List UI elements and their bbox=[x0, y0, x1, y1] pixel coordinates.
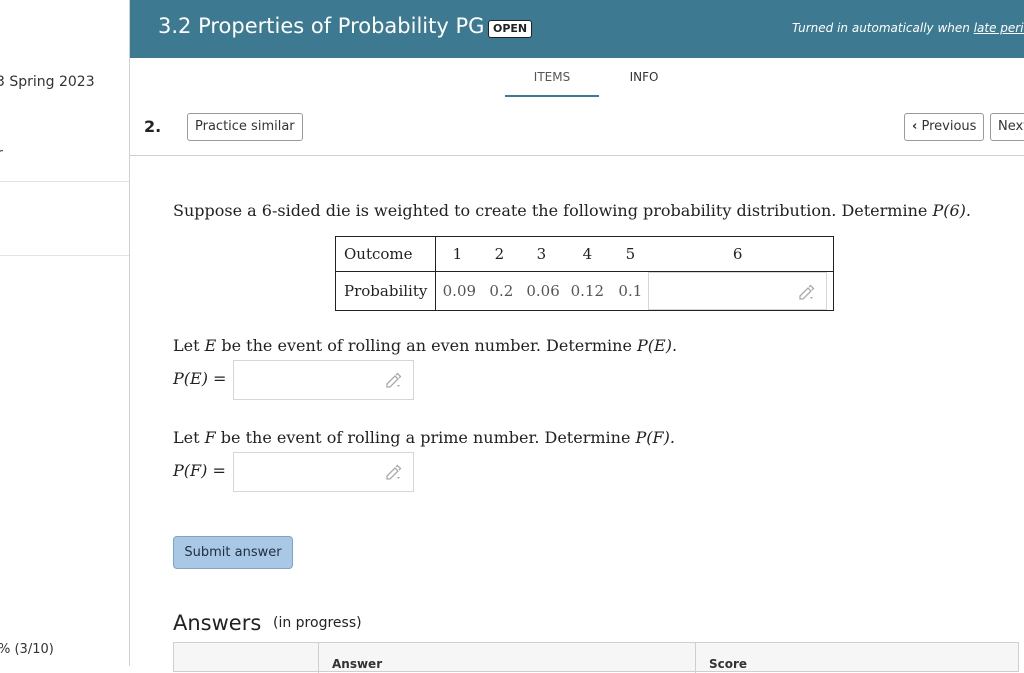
part-e-text: Let bbox=[173, 336, 205, 355]
sidebar-divider bbox=[0, 181, 129, 182]
outcome-row-label: Outcome bbox=[334, 236, 437, 272]
next-button[interactable]: Next bbox=[990, 113, 1024, 141]
pe-input[interactable] bbox=[233, 360, 414, 400]
assignment-header: 3.2 Properties of Probability PG OPEN Tu… bbox=[130, 0, 1024, 58]
question-number: 2. bbox=[144, 117, 162, 136]
outcome-cell: 3 bbox=[536, 245, 547, 263]
part-f-var: F bbox=[204, 428, 216, 447]
prompt-text: Suppose a 6-sided die is weighted to cre… bbox=[173, 201, 933, 220]
column-divider bbox=[318, 643, 319, 673]
column-header-answer: Answer bbox=[332, 657, 383, 671]
column-header-score: Score bbox=[709, 657, 748, 671]
probability-table: Outcome 1 2 3 4 5 6 Probability 0.09 0.2… bbox=[334, 236, 834, 311]
previous-label: Previous bbox=[921, 119, 977, 134]
practice-similar-button[interactable]: Practice similar bbox=[187, 113, 303, 141]
probability-cell: 0.09 bbox=[442, 282, 477, 300]
answers-heading: Answers bbox=[173, 611, 262, 635]
sidebar-divider bbox=[0, 255, 129, 256]
previous-button[interactable]: ‹ Previous bbox=[904, 113, 985, 141]
part-f-text: be the event of rolling a prime number. … bbox=[215, 428, 636, 447]
part-e-prompt: Let E be the event of rolling an even nu… bbox=[173, 336, 677, 355]
probability-cell: 0.1 bbox=[618, 282, 643, 300]
sidebar-course-name[interactable]: 3 Spring 2023 bbox=[0, 74, 95, 90]
outcome-cell: 6 bbox=[642, 236, 834, 272]
assignment-title: 3.2 Properties of Probability PG bbox=[158, 14, 485, 38]
sidebar-item[interactable]: r bbox=[0, 146, 3, 162]
probability-cell: 0.06 bbox=[526, 282, 560, 300]
late-period-link[interactable]: late period e bbox=[974, 21, 1024, 35]
part-e-math: P(E). bbox=[637, 336, 678, 355]
prompt-math: P(6). bbox=[932, 201, 971, 220]
sidebar: 3 Spring 2023 r % (3/10) bbox=[0, 0, 130, 666]
sidebar-score: % (3/10) bbox=[0, 642, 54, 657]
probability-row-label: Probability bbox=[334, 271, 437, 311]
pe-label: P(E) = bbox=[173, 369, 227, 388]
late-period-note: Turned in automatically when late period… bbox=[792, 21, 1024, 35]
part-f-math: P(F). bbox=[635, 428, 675, 447]
outcome-cell: 5 bbox=[625, 245, 636, 263]
tab-items[interactable]: ITEMS bbox=[505, 70, 599, 97]
outcome-cell: 1 bbox=[452, 245, 463, 263]
probability-values: 0.09 0.2 0.06 0.12 0.1 bbox=[435, 271, 643, 311]
probability-cell: 0.12 bbox=[570, 282, 605, 300]
status-badge: OPEN bbox=[488, 20, 533, 38]
outcome-values: 1 2 3 4 5 bbox=[435, 236, 643, 272]
outcome-cell: 2 bbox=[494, 245, 505, 263]
column-divider bbox=[695, 643, 696, 673]
divider bbox=[130, 155, 1024, 156]
answers-table: Answer Score bbox=[173, 642, 1019, 673]
probability-cell: 0.2 bbox=[489, 282, 514, 300]
submit-answer-button[interactable]: Submit answer bbox=[173, 536, 293, 569]
question-prompt: Suppose a 6-sided die is weighted to cre… bbox=[173, 201, 971, 220]
tab-info[interactable]: INFO bbox=[622, 70, 666, 95]
answers-status: (in progress) bbox=[273, 615, 362, 631]
pf-input[interactable] bbox=[233, 452, 414, 492]
p6-cell bbox=[642, 271, 834, 311]
pencil-icon bbox=[386, 464, 402, 480]
note-text: Turned in automatically when bbox=[792, 21, 974, 35]
part-e-text: be the event of rolling an even number. … bbox=[216, 336, 638, 355]
p6-input[interactable] bbox=[648, 272, 828, 310]
outcome-cell: 4 bbox=[582, 245, 593, 263]
pencil-icon bbox=[799, 284, 815, 300]
pf-label: P(F) = bbox=[173, 461, 226, 480]
chevron-left-icon: ‹ bbox=[912, 119, 918, 134]
part-e-var: E bbox=[204, 336, 217, 355]
pencil-icon bbox=[386, 372, 402, 388]
part-f-text: Let bbox=[173, 428, 205, 447]
part-f-prompt: Let F be the event of rolling a prime nu… bbox=[173, 428, 675, 447]
